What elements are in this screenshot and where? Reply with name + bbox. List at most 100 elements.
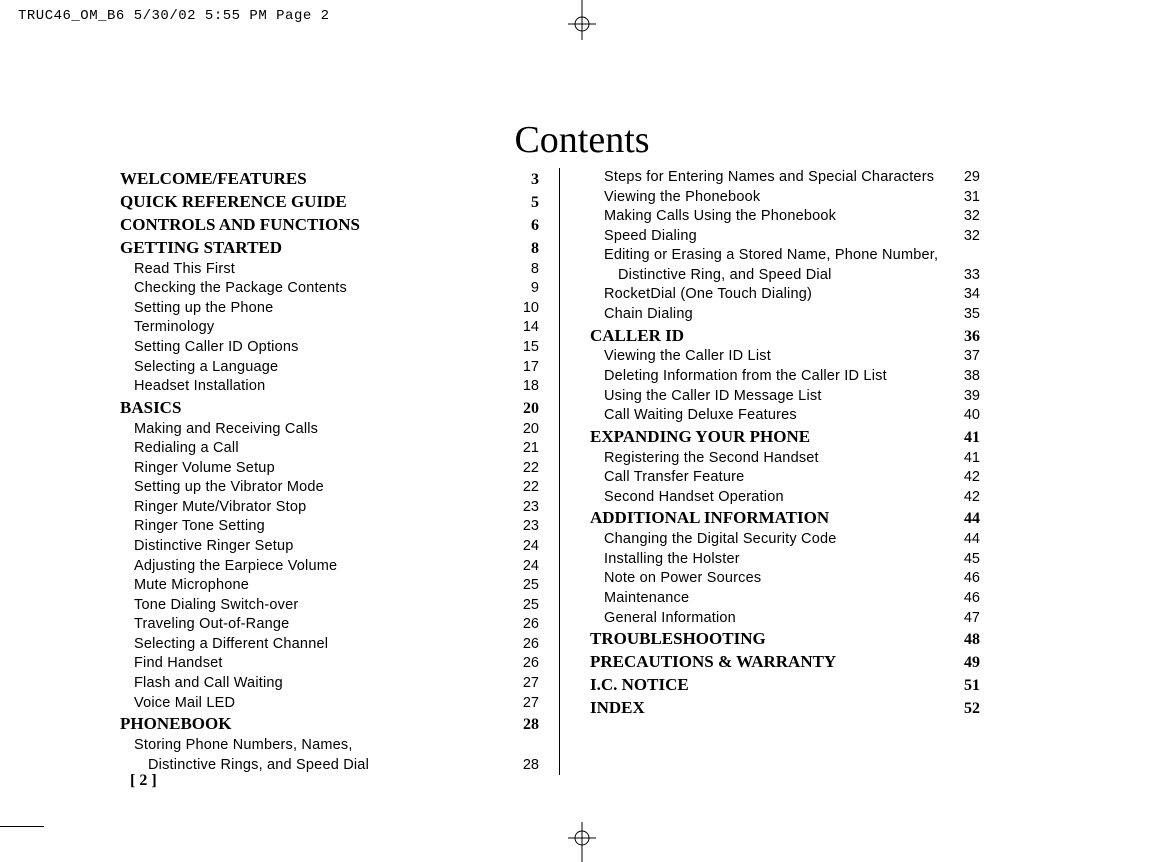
toc-subentry-page: 15 [511,338,539,358]
toc-row: Traveling Out-of-Range26 [120,615,539,635]
toc-subentry-page: 37 [952,347,980,367]
toc-subentry-page: 9 [511,279,539,299]
toc-row: Read This First 8 [120,260,539,280]
toc-section-page: 41 [952,427,980,449]
toc-row: EXPANDING YOUR PHONE41 [590,426,980,449]
toc-section-page: 51 [952,675,980,697]
toc-subentry-label: Setting Caller ID Options [120,338,299,358]
toc-subentry-page: 40 [952,406,980,426]
toc-row: BASICS20 [120,397,539,420]
page-title: Contents [514,118,649,162]
toc-section-label: WELCOME/FEATURES [120,168,307,191]
toc-subentry-page: 25 [511,576,539,596]
toc-row: Distinctive Ring, and Speed Dial33 [590,266,980,286]
toc-subentry-page: 27 [511,674,539,694]
toc-subentry-page: 42 [952,488,980,508]
toc-subentry-label: Editing or Erasing a Stored Name, Phone … [590,246,938,266]
toc-row: Maintenance46 [590,589,980,609]
toc-section-label: CALLER ID [590,325,684,348]
toc-row: Registering the Second Handset 41 [590,449,980,469]
toc-subentry-label: Call Waiting Deluxe Features [590,406,797,426]
toc-section-label: GETTING STARTED [120,237,282,260]
toc-row: PHONEBOOK 28 [120,713,539,736]
toc-row: Adjusting the Earpiece Volume24 [120,557,539,577]
toc-row: Installing the Holster45 [590,550,980,570]
toc-row: CALLER ID 36 [590,325,980,348]
toc-row: Voice Mail LED27 [120,694,539,714]
registration-mark-bottom-icon [568,822,596,862]
toc-row: Setting Caller ID Options 15 [120,338,539,358]
toc-subentry-page: 47 [952,609,980,629]
print-header-slug: TRUC46_OM_B6 5/30/02 5:55 PM Page 2 [18,8,330,24]
toc-row: Terminology14 [120,318,539,338]
contents-column-right: Steps for Entering Names and Special Cha… [560,168,1000,775]
toc-subentry-label: Registering the Second Handset [590,449,819,469]
toc-row: Ringer Mute/Vibrator Stop23 [120,498,539,518]
toc-section-page: 28 [511,714,539,736]
toc-subentry-page: 32 [952,207,980,227]
registration-mark-top-icon [568,0,596,40]
toc-row: Selecting a Different Channel26 [120,635,539,655]
toc-subentry-label: Redialing a Call [120,439,239,459]
toc-subentry-page: 24 [511,537,539,557]
toc-row: Distinctive Ringer Setup24 [120,537,539,557]
page-number-footer: [ 2 ] [130,772,157,790]
toc-section-page: 49 [952,652,980,674]
trim-mark-left [0,826,44,827]
toc-row: Flash and Call Waiting27 [120,674,539,694]
toc-subentry-label: Maintenance [590,589,689,609]
toc-section-label: PHONEBOOK [120,713,231,736]
toc-row: Call Waiting Deluxe Features 40 [590,406,980,426]
toc-subentry-page: 24 [511,557,539,577]
toc-row: CONTROLS AND FUNCTIONS6 [120,214,539,237]
toc-subentry-label: Deleting Information from the Caller ID … [590,367,887,387]
toc-subentry-page: 34 [952,285,980,305]
toc-subentry-label: Steps for Entering Names and Special Cha… [590,168,934,188]
toc-subentry-label: Viewing the Caller ID List [590,347,771,367]
toc-subentry-label: Viewing the Phonebook [590,188,760,208]
toc-row: I.C. NOTICE 51 [590,674,980,697]
toc-section-page: 48 [952,629,980,651]
toc-subentry-page: 33 [952,266,980,286]
contents-column-left: WELCOME/FEATURES3QUICK REFERENCE GUIDE5C… [120,168,560,775]
toc-row: Viewing the Phonebook31 [590,188,980,208]
toc-row: General Information 47 [590,609,980,629]
toc-row: Call Transfer Feature42 [590,468,980,488]
toc-subentry-page: 22 [511,459,539,479]
toc-subentry-label: Setting up the Phone [120,299,273,319]
toc-subentry-label: Read This First [120,260,235,280]
toc-subentry-label: Ringer Tone Setting [120,517,265,537]
toc-subentry-label: Headset Installation [120,377,265,397]
toc-section-label: INDEX [590,697,645,720]
toc-subentry-page: 8 [511,260,539,280]
toc-row: Setting up the Vibrator Mode22 [120,478,539,498]
toc-subentry-page: 10 [511,299,539,319]
toc-row: RocketDial (One Touch Dialing) 34 [590,285,980,305]
toc-row: Using the Caller ID Message List39 [590,387,980,407]
toc-section-page: 36 [952,326,980,348]
toc-subentry-page: 44 [952,530,980,550]
toc-subentry-page: 32 [952,227,980,247]
toc-section-page: 5 [511,192,539,214]
toc-row: Headset Installation18 [120,377,539,397]
toc-subentry-label: General Information [590,609,736,629]
toc-subentry-label: Voice Mail LED [120,694,235,714]
toc-section-label: QUICK REFERENCE GUIDE [120,191,347,214]
toc-subentry-label: Note on Power Sources [590,569,761,589]
toc-subentry-page: 41 [952,449,980,469]
toc-row: Distinctive Rings, and Speed Dial28 [120,756,539,776]
toc-subentry-label: Find Handset [120,654,223,674]
toc-subentry-label: RocketDial (One Touch Dialing) [590,285,812,305]
toc-subentry-page: 46 [952,569,980,589]
toc-subentry-label: Mute Microphone [120,576,249,596]
toc-subentry-label: Speed Dialing [590,227,697,247]
toc-subentry-page: 35 [952,305,980,325]
toc-subentry-page: 28 [511,756,539,776]
toc-subentry-label: Chain Dialing [590,305,693,325]
toc-row: Find Handset26 [120,654,539,674]
toc-row: Chain Dialing 35 [590,305,980,325]
toc-subentry-page: 23 [511,498,539,518]
toc-row: INDEX52 [590,697,980,720]
toc-subentry-page: 20 [511,420,539,440]
toc-section-label: I.C. NOTICE [590,674,689,697]
